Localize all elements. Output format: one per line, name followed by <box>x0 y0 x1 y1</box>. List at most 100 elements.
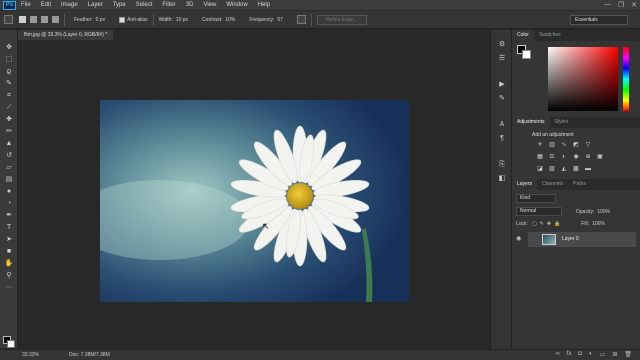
pen-icon[interactable]: ✒ <box>4 211 14 220</box>
menu-3d[interactable]: 3D <box>181 2 199 8</box>
menu-image[interactable]: Image <box>56 2 83 8</box>
blur-icon[interactable]: ● <box>4 187 14 196</box>
pen-pressure-icon[interactable] <box>296 15 306 24</box>
marquee-icon[interactable]: ⬚ <box>4 55 14 64</box>
frequency-input[interactable]: 57 <box>277 17 283 23</box>
background-swatch[interactable] <box>522 50 531 59</box>
layer-name[interactable]: Layer 0 <box>562 236 579 242</box>
brightness-icon[interactable]: ☀ <box>536 142 544 149</box>
link-layers-icon[interactable]: ∞ <box>555 351 559 358</box>
properties-panel-icon[interactable]: ☰ <box>497 54 507 63</box>
close-icon[interactable]: ✕ <box>631 1 637 9</box>
tab-swatches[interactable]: Swatches <box>534 30 566 41</box>
visibility-eye-icon[interactable]: ◉ <box>516 235 521 242</box>
menu-window[interactable]: Window <box>221 2 252 8</box>
lasso-icon[interactable]: ϱ <box>4 67 14 76</box>
menu-filter[interactable]: Filter <box>157 2 180 8</box>
tab-styles[interactable]: Styles <box>550 117 574 128</box>
adjustment-layer-icon[interactable]: ◐ <box>589 351 593 358</box>
layer-row[interactable]: Layer 0 <box>528 232 636 247</box>
tab-color[interactable]: Color <box>512 30 534 41</box>
fg-bg-swatches[interactable] <box>517 45 531 59</box>
color-lookup-icon[interactable]: ▣ <box>596 154 604 161</box>
trash-icon[interactable]: 🗑 <box>624 351 632 358</box>
hue-saturation-icon[interactable]: ▦ <box>536 154 544 161</box>
refine-edge-button[interactable]: Refine Edge... <box>316 14 367 25</box>
hue-slider[interactable] <box>623 47 629 111</box>
channel-mixer-icon[interactable]: ⊕ <box>584 154 592 161</box>
move-icon[interactable]: ✥ <box>4 43 14 52</box>
history-panel-icon[interactable]: ⚙ <box>497 40 507 49</box>
group-icon[interactable]: ▭ <box>600 351 606 358</box>
type-icon[interactable]: T <box>4 223 14 232</box>
contrast-input[interactable]: 10% <box>225 17 235 23</box>
background-color-swatch[interactable] <box>7 340 15 348</box>
fill-input[interactable]: 100% <box>592 221 605 227</box>
actions-panel-icon[interactable]: ▶ <box>497 80 507 89</box>
menu-help[interactable]: Help <box>253 2 275 8</box>
intersect-selection-icon[interactable] <box>52 16 59 23</box>
dodge-icon[interactable]: ◔ <box>4 199 14 208</box>
subtract-selection-icon[interactable] <box>41 16 48 23</box>
shape-icon[interactable]: ■ <box>4 247 14 256</box>
exposure-icon[interactable]: ◩ <box>572 142 580 149</box>
canvas-area[interactable]: ↖ <box>18 40 490 348</box>
crop-icon[interactable]: ⌗ <box>4 91 14 100</box>
curves-icon[interactable]: ∿ <box>560 142 568 149</box>
photo-filter-icon[interactable]: ◉ <box>572 154 580 161</box>
tab-channels[interactable]: Channels <box>537 179 568 190</box>
new-selection-icon[interactable] <box>19 16 26 23</box>
eyedropper-icon[interactable]: ⟋ <box>4 103 14 112</box>
restore-icon[interactable]: ❐ <box>618 1 624 9</box>
blend-mode-select[interactable]: Normal <box>516 207 562 216</box>
feather-input[interactable]: 0 px <box>96 17 105 23</box>
tab-adjustments[interactable]: Adjustments <box>512 117 550 128</box>
kind-filter-select[interactable]: Kind <box>516 194 556 203</box>
gradient-map-icon[interactable]: ▬ <box>584 166 592 173</box>
opacity-input[interactable]: 100% <box>597 209 610 215</box>
selective-color-icon[interactable]: ▩ <box>572 166 580 173</box>
menu-select[interactable]: Select <box>131 2 158 8</box>
brush-icon[interactable]: ✏ <box>4 127 14 136</box>
hand-icon[interactable]: ✋ <box>4 259 14 268</box>
healing-icon[interactable]: ✚ <box>4 115 14 124</box>
tool-preset-picker[interactable] <box>4 15 13 24</box>
new-layer-icon[interactable]: ⊞ <box>612 351 617 358</box>
vibrance-icon[interactable]: ▽ <box>584 142 592 149</box>
path-select-icon[interactable]: ➤ <box>4 235 14 244</box>
brush-panel-icon[interactable]: ✎ <box>497 94 507 103</box>
zoom-icon[interactable]: ⚲ <box>4 271 14 280</box>
lock-icons[interactable]: ▢✎✥🔒 <box>532 221 563 227</box>
minimize-icon[interactable]: — <box>604 1 611 9</box>
menu-layer[interactable]: Layer <box>83 2 108 8</box>
workspace-select[interactable]: Essentials <box>570 15 628 25</box>
color-balance-icon[interactable]: ⚖ <box>548 154 556 161</box>
document-tab[interactable]: flim.jpg @ 33.3% (Layer 0, RGB/8#) * <box>18 30 114 40</box>
stamp-icon[interactable]: ▲ <box>4 139 14 148</box>
antialias-checkbox[interactable] <box>119 16 126 23</box>
menu-type[interactable]: Type <box>108 2 131 8</box>
tab-paths[interactable]: Paths <box>568 179 591 190</box>
gradient-icon[interactable]: ▤ <box>4 175 14 184</box>
eraser-icon[interactable]: ▱ <box>4 163 14 172</box>
zoom-level[interactable]: 33.33% <box>22 352 39 358</box>
tab-layers[interactable]: Layers <box>512 179 538 190</box>
menu-edit[interactable]: Edit <box>36 2 56 8</box>
invert-icon[interactable]: ◪ <box>536 166 544 173</box>
add-selection-icon[interactable] <box>30 16 37 23</box>
levels-icon[interactable]: ▥ <box>548 142 556 149</box>
threshold-icon[interactable]: ◭ <box>560 166 568 173</box>
clone-source-icon[interactable]: ⎘ <box>497 160 507 169</box>
magic-wand-icon[interactable]: ✎ <box>4 79 14 88</box>
black-white-icon[interactable]: ◐ <box>560 154 568 161</box>
color-picker-field[interactable] <box>548 47 618 111</box>
tool-presets-icon[interactable]: ◧ <box>497 174 507 183</box>
menu-file[interactable]: File <box>16 2 36 8</box>
more-tools-icon[interactable]: ⋯ <box>4 283 14 292</box>
mask-icon[interactable]: ◘ <box>578 351 582 358</box>
paragraph-panel-icon[interactable]: ¶ <box>497 134 507 143</box>
menu-view[interactable]: View <box>198 2 221 8</box>
history-brush-icon[interactable]: ↺ <box>4 151 14 160</box>
character-panel-icon[interactable]: A <box>497 120 507 129</box>
width-input[interactable]: 10 px <box>176 17 188 23</box>
